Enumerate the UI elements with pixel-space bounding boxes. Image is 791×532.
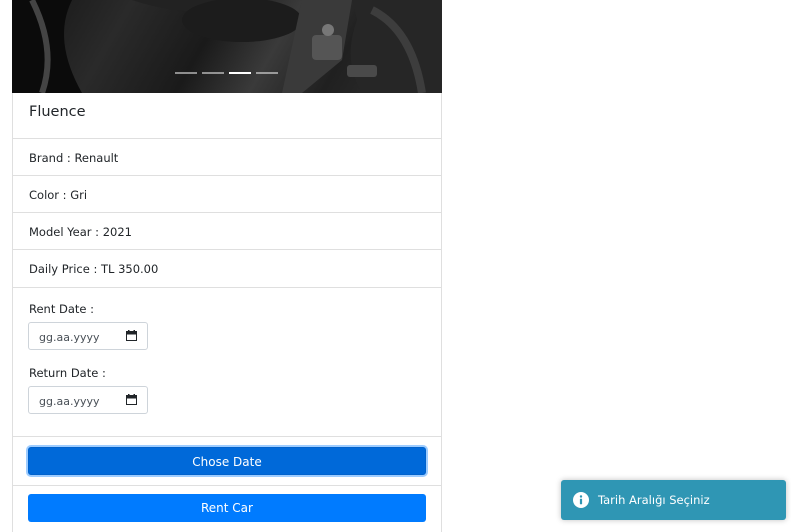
carousel-indicator[interactable] bbox=[175, 72, 197, 74]
rent-car-section: Rent Car bbox=[13, 486, 441, 532]
return-date-label: Return Date : bbox=[29, 366, 106, 380]
model-year-row: Model Year : 2021 bbox=[13, 213, 441, 250]
calendar-icon[interactable] bbox=[126, 394, 137, 405]
date-form: Rent Date : gg.aa.yyyy Return Date : gg.… bbox=[13, 287, 441, 437]
car-interior-image bbox=[12, 0, 442, 93]
color-text: Color : Gri bbox=[29, 188, 88, 202]
rent-date-input[interactable]: gg.aa.yyyy bbox=[28, 322, 148, 350]
chose-date-button[interactable]: Chose Date bbox=[28, 447, 426, 475]
rent-car-button[interactable]: Rent Car bbox=[28, 494, 426, 522]
card-title-row: Fluence bbox=[13, 93, 441, 139]
calendar-icon[interactable] bbox=[126, 330, 137, 341]
info-icon bbox=[573, 492, 589, 508]
rent-date-label: Rent Date : bbox=[29, 302, 95, 316]
car-image-carousel[interactable] bbox=[12, 0, 442, 93]
car-name-title: Fluence bbox=[29, 104, 86, 120]
model-year-text: Model Year : 2021 bbox=[29, 225, 132, 239]
color-row: Color : Gri bbox=[13, 176, 441, 213]
brand-row: Brand : Renault bbox=[13, 139, 441, 176]
brand-text: Brand : Renault bbox=[29, 151, 119, 165]
carousel-indicators bbox=[175, 72, 278, 74]
carousel-indicator[interactable] bbox=[202, 72, 224, 74]
return-date-placeholder: gg.aa.yyyy bbox=[39, 395, 100, 408]
return-date-input[interactable]: gg.aa.yyyy bbox=[28, 386, 148, 414]
rent-date-placeholder: gg.aa.yyyy bbox=[39, 331, 100, 344]
daily-price-row: Daily Price : TL 350.00 bbox=[13, 250, 441, 287]
car-detail-card: Fluence Brand : Renault Color : Gri Mode… bbox=[12, 0, 442, 532]
info-toast[interactable]: Tarih Aralığı Seçiniz bbox=[561, 480, 786, 520]
carousel-indicator-active[interactable] bbox=[229, 72, 251, 74]
chose-date-section: Chose Date bbox=[13, 437, 441, 486]
toast-message: Tarih Aralığı Seçiniz bbox=[598, 493, 710, 507]
daily-price-text: Daily Price : TL 350.00 bbox=[29, 262, 159, 276]
carousel-indicator[interactable] bbox=[256, 72, 278, 74]
